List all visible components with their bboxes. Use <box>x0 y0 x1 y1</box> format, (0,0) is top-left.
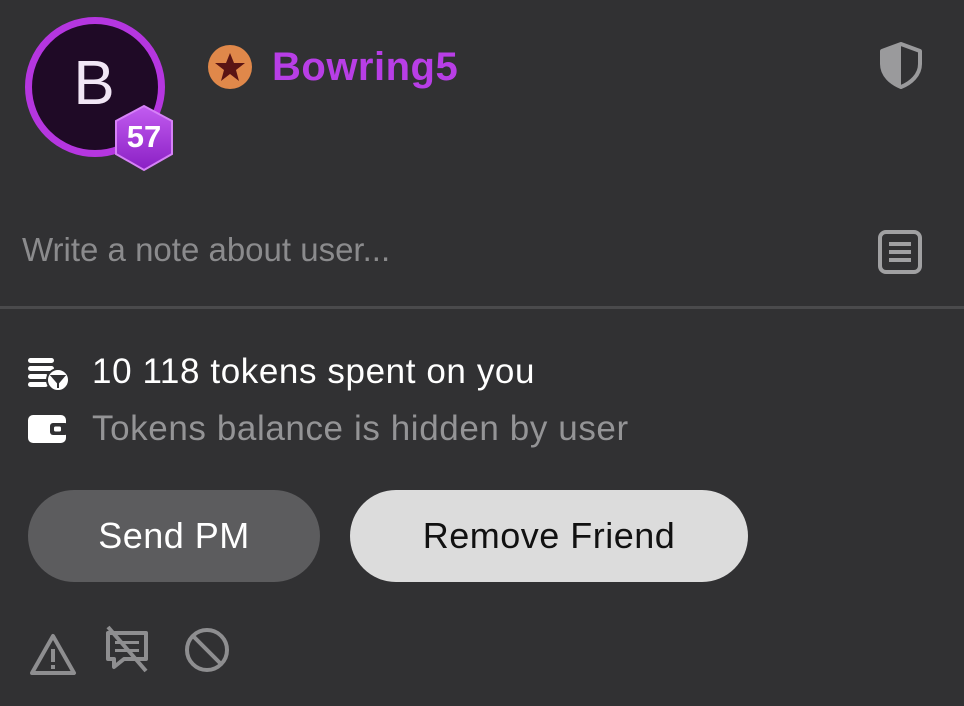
note-icon[interactable] <box>876 228 924 276</box>
divider <box>0 306 964 309</box>
tokens-balance-text: Tokens balance is hidden by user <box>92 409 629 448</box>
tokens-spent-text: 10 118 tokens spent on you <box>92 352 536 391</box>
tokens-spent-row: 10 118 tokens spent on you <box>26 350 535 394</box>
user-profile-card: B 57 Bowring5 Write a note about user...… <box>0 0 964 706</box>
level-badge: 57 <box>112 104 180 174</box>
level-number: 57 <box>126 119 162 154</box>
tokens-balance-row: Tokens balance is hidden by user <box>26 407 629 451</box>
avatar-letter: B <box>73 49 115 118</box>
mute-chat-icon[interactable] <box>102 625 152 675</box>
remove-friend-button[interactable]: Remove Friend <box>350 490 748 582</box>
user-note-input[interactable] <box>22 222 842 278</box>
warning-icon[interactable] <box>28 630 78 680</box>
send-pm-button[interactable]: Send PM <box>28 490 320 582</box>
username[interactable]: Bowring5 <box>272 45 458 90</box>
wallet-icon <box>28 415 68 443</box>
username-row: Bowring5 <box>207 44 458 90</box>
shield-icon[interactable] <box>876 40 926 90</box>
star-rank-icon <box>208 45 252 89</box>
block-icon[interactable] <box>182 625 232 675</box>
coins-icon <box>28 358 70 392</box>
